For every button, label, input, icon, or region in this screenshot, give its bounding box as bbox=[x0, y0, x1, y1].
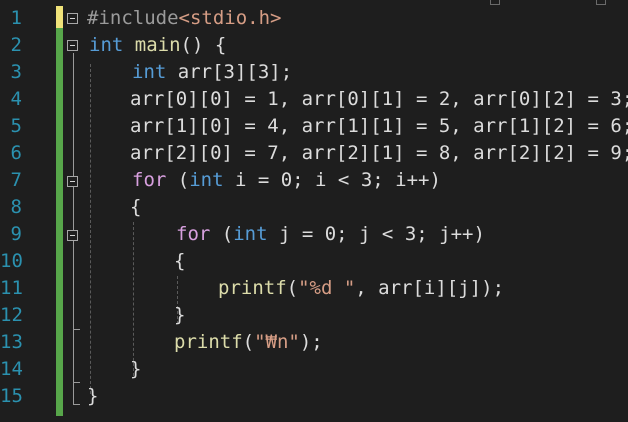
code-line[interactable]: } bbox=[130, 356, 141, 383]
collapse-for-i-icon[interactable] bbox=[67, 176, 78, 187]
code-token: { bbox=[174, 250, 186, 272]
code-token: int bbox=[233, 223, 268, 245]
code-token: arr[0][0] = 1, arr[0][1] = 2, arr[0][2] … bbox=[130, 88, 628, 110]
code-token: ( bbox=[242, 331, 255, 353]
line-number: 9 bbox=[10, 223, 22, 245]
code-line[interactable]: int main() { bbox=[89, 32, 226, 59]
outline-end-for-i bbox=[73, 382, 80, 383]
code-token: j = 0; j < 3; j++) bbox=[267, 223, 485, 245]
code-line[interactable]: arr[0][0] = 1, arr[0][1] = 2, arr[0][2] … bbox=[130, 86, 628, 113]
code-line[interactable]: } bbox=[174, 302, 185, 329]
line-number-gutter[interactable]: 1 2 3 4 5 6 7 8 9 10 11 12 13 14 15 bbox=[0, 0, 56, 422]
code-token: } bbox=[174, 304, 186, 326]
line-number: 6 bbox=[10, 142, 22, 164]
code-token: #include bbox=[87, 7, 179, 29]
code-token: for bbox=[132, 169, 167, 191]
code-token: ( bbox=[166, 169, 190, 191]
code-token: } bbox=[87, 385, 99, 407]
code-token: ); bbox=[299, 331, 323, 353]
code-line[interactable]: arr[1][0] = 4, arr[1][1] = 5, arr[1][2] … bbox=[130, 113, 628, 140]
code-line[interactable]: printf("₩n"); bbox=[174, 329, 323, 356]
code-line[interactable]: { bbox=[130, 194, 141, 221]
code-token: , arr[i][j]); bbox=[355, 277, 505, 299]
indent-guide bbox=[133, 222, 134, 376]
outline-end-main bbox=[73, 404, 80, 405]
code-token: int bbox=[189, 169, 224, 191]
code-token: int bbox=[89, 34, 124, 56]
change-tracking-bar bbox=[56, 6, 63, 416]
line-number: 8 bbox=[10, 196, 22, 218]
code-token: "%d " bbox=[298, 277, 356, 299]
code-token: } bbox=[130, 358, 142, 380]
code-line[interactable]: printf("%d ", arr[i][j]); bbox=[218, 275, 504, 302]
collapse-main-icon[interactable] bbox=[67, 40, 78, 51]
code-line[interactable]: int arr[3][3]; bbox=[132, 59, 292, 86]
code-editor[interactable]: 1 2 3 4 5 6 7 8 9 10 11 12 13 14 15 #include<stdio.h> i… bbox=[0, 0, 628, 422]
line-number: 4 bbox=[10, 88, 22, 110]
code-token: arr[3][3]; bbox=[166, 61, 293, 83]
code-line[interactable]: arr[2][0] = 7, arr[2][1] = 8, arr[2][2] … bbox=[130, 140, 628, 167]
line-number: 11 bbox=[0, 277, 23, 299]
line-number: 10 bbox=[0, 250, 23, 272]
line-number: 1 bbox=[10, 7, 22, 29]
code-token: i = 0; i < 3; i++) bbox=[223, 169, 441, 191]
current-line-marker bbox=[56, 6, 63, 28]
code-token: () { bbox=[180, 34, 227, 56]
line-number: 2 bbox=[10, 34, 22, 56]
code-token: int bbox=[132, 61, 167, 83]
tab-edge-marker bbox=[490, 0, 500, 5]
outline-end-for-j bbox=[73, 329, 80, 330]
code-token: <stdio.h> bbox=[178, 7, 282, 29]
code-token: ( bbox=[210, 223, 234, 245]
code-token: for bbox=[176, 223, 211, 245]
code-token: printf bbox=[174, 331, 243, 353]
line-number: 14 bbox=[0, 358, 23, 380]
code-token: printf bbox=[218, 277, 287, 299]
line-number: 13 bbox=[0, 331, 23, 353]
code-token: main bbox=[134, 34, 181, 56]
code-token: { bbox=[130, 196, 142, 218]
line-number: 7 bbox=[10, 169, 22, 191]
code-token: arr[1][0] = 4, arr[1][1] = 5, arr[1][2] … bbox=[130, 115, 628, 137]
collapse-include-icon[interactable] bbox=[67, 13, 78, 24]
code-line[interactable]: for (int j = 0; j < 3; j++) bbox=[176, 221, 485, 248]
code-line[interactable]: for (int i = 0; i < 3; i++) bbox=[132, 167, 441, 194]
collapse-for-j-icon[interactable] bbox=[67, 230, 78, 241]
outline-line-for-j bbox=[73, 247, 74, 329]
code-token: arr[2][0] = 7, arr[2][1] = 8, arr[2][2] … bbox=[130, 142, 628, 164]
code-line[interactable]: #include<stdio.h> bbox=[87, 5, 281, 32]
indent-guide bbox=[90, 64, 91, 394]
code-token: ( bbox=[286, 277, 299, 299]
line-number: 5 bbox=[10, 115, 22, 137]
line-number: 15 bbox=[0, 385, 23, 407]
code-line[interactable]: } bbox=[87, 383, 98, 410]
code-token: "₩n" bbox=[254, 331, 300, 353]
code-line[interactable]: { bbox=[174, 248, 185, 275]
line-number: 3 bbox=[10, 61, 22, 83]
tab-edge-marker bbox=[596, 0, 606, 5]
line-number: 12 bbox=[0, 304, 23, 326]
